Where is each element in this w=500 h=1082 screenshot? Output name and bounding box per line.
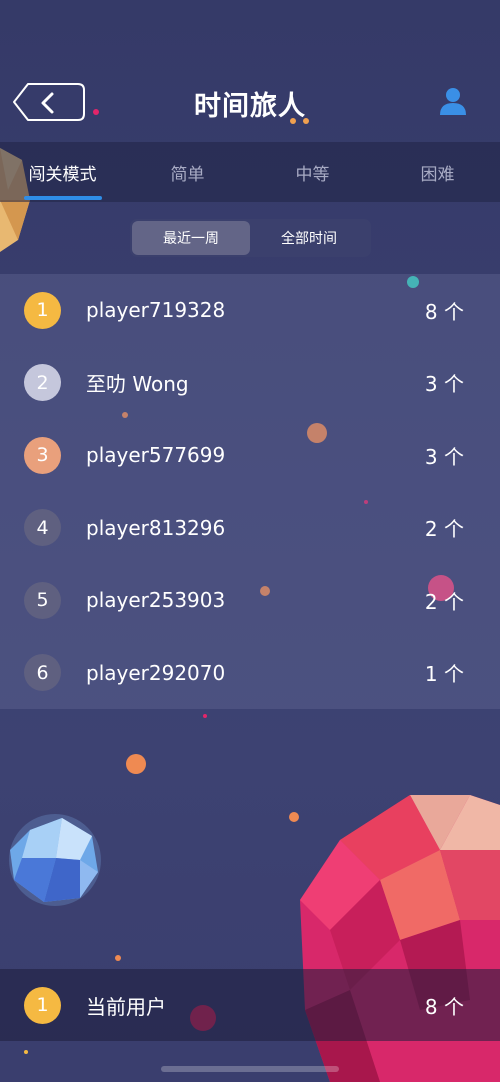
rank-badge: 3 bbox=[24, 436, 61, 474]
rank-badge: 2 bbox=[24, 364, 61, 402]
blue-gem-decoration bbox=[9, 814, 101, 906]
player-count: 1 个 bbox=[424, 662, 464, 687]
leaderboard-row[interactable]: 5 player253903 2 个 bbox=[0, 564, 500, 637]
player-count: 2 个 bbox=[424, 589, 464, 614]
header-bar: 时间旅人 bbox=[0, 70, 500, 134]
tab-label: 简单 bbox=[170, 164, 205, 185]
current-user-rank-badge: 1 bbox=[24, 986, 61, 1024]
filter-all-time[interactable]: 全部时间 bbox=[250, 221, 368, 255]
user-profile-icon[interactable] bbox=[438, 86, 468, 116]
player-name: 至叻 Wong bbox=[86, 372, 189, 397]
current-user-bar[interactable]: 1 当前用户 8 个 bbox=[0, 969, 500, 1041]
current-user-count: 8 个 bbox=[424, 994, 464, 1019]
tab-hard[interactable]: 困难 bbox=[375, 142, 500, 202]
active-tab-indicator bbox=[24, 196, 102, 200]
difficulty-tabs: 闯关模式 简单 中等 困难 bbox=[0, 142, 500, 202]
dot-decoration bbox=[203, 714, 207, 718]
home-indicator[interactable] bbox=[161, 1066, 339, 1072]
player-name: player813296 bbox=[86, 515, 226, 540]
tab-label: 困难 bbox=[420, 164, 455, 185]
current-user-name: 当前用户 bbox=[86, 994, 166, 1019]
rank-badge: 1 bbox=[24, 291, 61, 329]
player-name: player292070 bbox=[86, 660, 226, 685]
rank-badge: 5 bbox=[24, 581, 61, 619]
player-count: 8 个 bbox=[424, 299, 464, 324]
player-name: player253903 bbox=[86, 588, 226, 613]
tab-label: 中等 bbox=[295, 164, 330, 185]
page-title: 时间旅人 bbox=[194, 91, 306, 122]
player-name: player719328 bbox=[86, 298, 226, 323]
leaderboard-list: 1 player719328 8 个 2 至叻 Wong 3 个 3 playe… bbox=[0, 274, 500, 709]
time-filter-segmented-control: 最近一周 全部时间 bbox=[130, 219, 371, 257]
leaderboard-row[interactable]: 2 至叻 Wong 3 个 bbox=[0, 347, 500, 420]
tab-easy[interactable]: 简单 bbox=[125, 142, 250, 202]
player-count: 3 个 bbox=[424, 372, 464, 397]
leaderboard-row[interactable]: 1 player719328 8 个 bbox=[0, 274, 500, 347]
rank-badge: 4 bbox=[24, 509, 61, 547]
player-name: player577699 bbox=[86, 443, 226, 468]
rank-badge: 6 bbox=[24, 654, 61, 692]
leaderboard-row[interactable]: 3 player577699 3 个 bbox=[0, 419, 500, 492]
dot-decoration bbox=[126, 754, 146, 774]
player-count: 3 个 bbox=[424, 444, 464, 469]
leaderboard-row[interactable]: 6 player292070 1 个 bbox=[0, 637, 500, 710]
dot-decoration bbox=[115, 955, 121, 961]
dot-decoration bbox=[24, 1050, 28, 1054]
dot-decoration bbox=[289, 812, 299, 822]
filter-last-week[interactable]: 最近一周 bbox=[132, 221, 250, 255]
tab-medium[interactable]: 中等 bbox=[250, 142, 375, 202]
tab-label: 闯关模式 bbox=[28, 164, 97, 185]
leaderboard-row[interactable]: 4 player813296 2 个 bbox=[0, 492, 500, 565]
tab-challenge-mode[interactable]: 闯关模式 bbox=[0, 142, 125, 202]
player-count: 2 个 bbox=[424, 517, 464, 542]
